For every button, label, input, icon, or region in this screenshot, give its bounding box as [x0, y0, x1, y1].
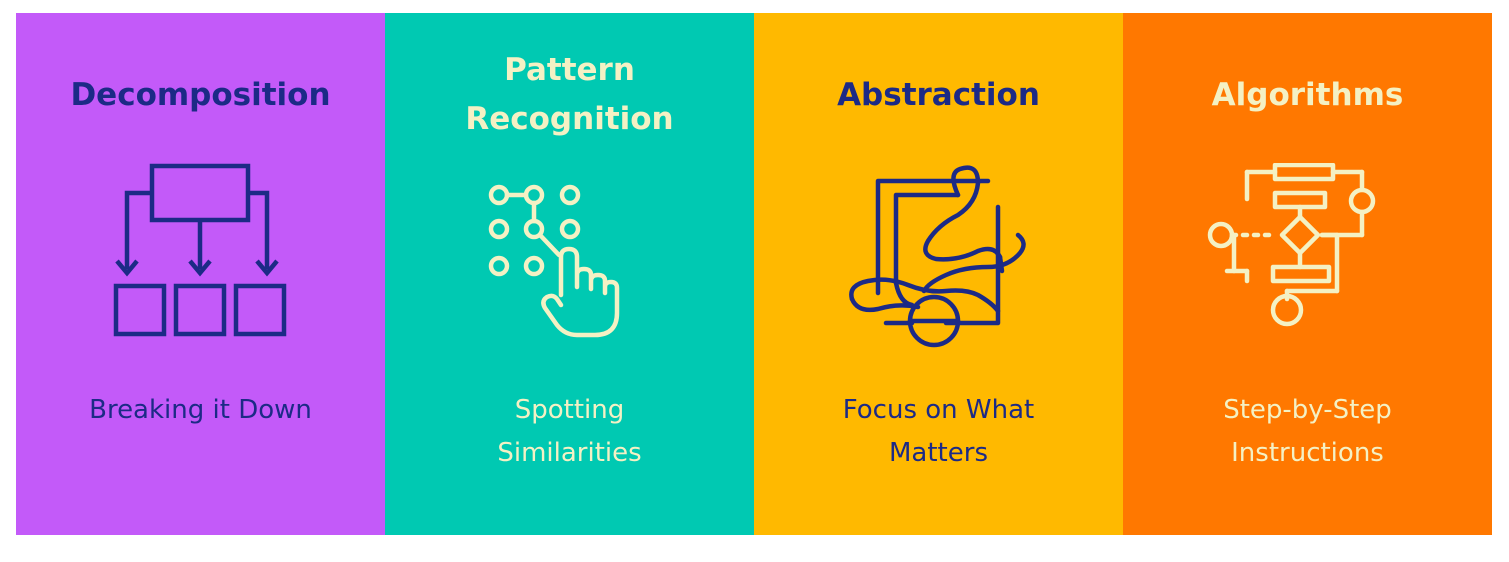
abstract-shapes-icon — [849, 165, 1026, 348]
panel-pattern-recognition: Pattern Recognition Spotting Similaritie… — [385, 13, 754, 535]
panel-title: Pattern Recognition — [465, 52, 674, 137]
panel-caption: Breaking it Down — [89, 395, 312, 425]
panel-algorithms: Algorithms Step-by-Step Instructions — [1123, 13, 1492, 535]
panel-caption: Step-by-Step Instructions — [1223, 395, 1392, 468]
panel-decomposition: Decomposition Breaking it Down — [16, 13, 385, 535]
panel-title: Decomposition — [70, 76, 331, 113]
pattern-touch-icon — [488, 184, 620, 338]
panel-abstraction: Abstraction Focus on What Matters — [754, 13, 1123, 535]
flowchart-icon — [1207, 163, 1376, 327]
panel-caption: Focus on What Matters — [842, 395, 1035, 468]
hierarchy-icon — [113, 163, 287, 337]
concept-panels: Decomposition Breaking it Down Pattern R… — [16, 13, 1492, 535]
panel-caption: Spotting Similarities — [497, 395, 642, 468]
panel-title: Abstraction — [837, 76, 1040, 113]
panel-title: Algorithms — [1211, 76, 1404, 113]
